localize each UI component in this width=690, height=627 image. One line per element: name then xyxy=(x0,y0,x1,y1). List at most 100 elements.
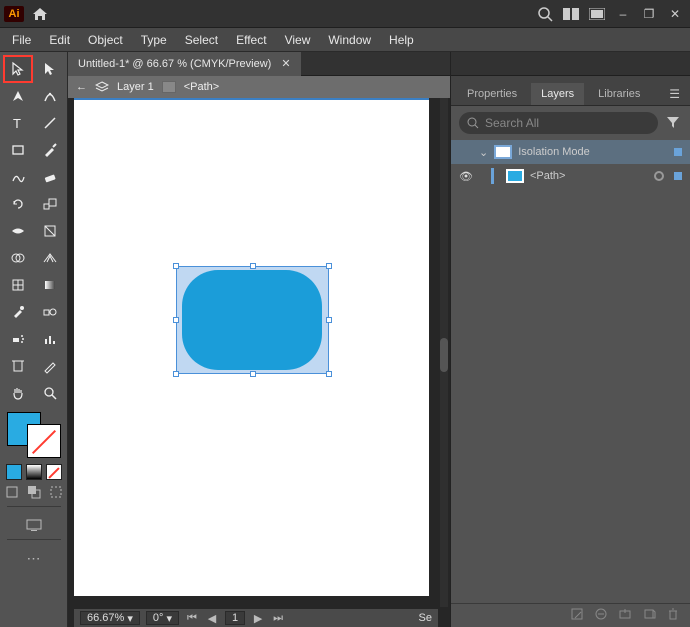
rounded-rectangle-shape[interactable] xyxy=(182,270,322,370)
home-icon[interactable] xyxy=(32,7,48,21)
direct-selection-tool[interactable] xyxy=(36,56,64,82)
menu-file[interactable]: File xyxy=(4,31,39,49)
symbol-sprayer-tool[interactable] xyxy=(4,326,32,352)
panel-menu-icon[interactable]: ☰ xyxy=(665,83,684,105)
curvature-tool[interactable] xyxy=(36,83,64,109)
pen-tool[interactable] xyxy=(4,83,32,109)
menu-view[interactable]: View xyxy=(277,31,319,49)
handle-top-mid[interactable] xyxy=(250,263,256,269)
zoom-level[interactable]: 66.67% ▾ xyxy=(80,611,140,625)
menu-type[interactable]: Type xyxy=(133,31,175,49)
artboard-index[interactable]: 1 xyxy=(225,611,245,625)
selection-tool[interactable] xyxy=(4,56,32,82)
tab-properties[interactable]: Properties xyxy=(457,83,527,105)
tab-libraries[interactable]: Libraries xyxy=(588,83,650,105)
close-tab-button[interactable]: ✕ xyxy=(281,57,290,70)
status-trailing: Se xyxy=(419,612,432,624)
layer-name-isolation[interactable]: Isolation Mode xyxy=(518,146,590,158)
menu-window[interactable]: Window xyxy=(320,31,379,49)
layer-row-path[interactable]: 👁 <Path> xyxy=(451,164,690,188)
handle-bottom-right[interactable] xyxy=(326,371,332,377)
breadcrumb-layer[interactable]: Layer 1 xyxy=(117,81,154,93)
menu-help[interactable]: Help xyxy=(381,31,422,49)
handle-right-mid[interactable] xyxy=(326,317,332,323)
delete-layer-icon[interactable] xyxy=(666,607,680,624)
handle-bottom-left[interactable] xyxy=(173,371,179,377)
exit-isolation-icon[interactable]: ← xyxy=(76,81,87,93)
layers-search[interactable]: Search All xyxy=(459,112,658,134)
draw-inside-icon[interactable] xyxy=(48,484,64,500)
free-transform-tool[interactable] xyxy=(36,218,64,244)
rotation-angle[interactable]: 0° ▾ xyxy=(146,611,179,625)
menu-object[interactable]: Object xyxy=(80,31,131,49)
width-tool[interactable] xyxy=(4,218,32,244)
nav-next-artboard[interactable]: ▶ xyxy=(251,611,265,625)
blend-tool[interactable] xyxy=(36,299,64,325)
nav-last-artboard[interactable]: ⏭ xyxy=(271,611,285,625)
chevron-down-icon[interactable]: ⌄ xyxy=(479,146,488,159)
scrollbar-thumb[interactable] xyxy=(440,338,448,372)
rectangle-tool[interactable] xyxy=(4,137,32,163)
slice-tool[interactable] xyxy=(36,353,64,379)
handle-bottom-mid[interactable] xyxy=(250,371,256,377)
visibility-icon[interactable]: 👁 xyxy=(459,170,473,183)
isolation-breadcrumb[interactable]: ← Layer 1 <Path> xyxy=(68,76,450,98)
nav-first-artboard[interactable]: ⏮ xyxy=(185,611,199,625)
line-segment-tool[interactable] xyxy=(36,110,64,136)
zoom-tool[interactable] xyxy=(36,380,64,406)
mesh-tool[interactable] xyxy=(4,272,32,298)
shaper-tool[interactable] xyxy=(4,164,32,190)
fill-stroke-swatches[interactable] xyxy=(5,412,63,462)
artboard[interactable] xyxy=(74,98,429,596)
perspective-grid-tool[interactable] xyxy=(36,245,64,271)
filter-icon[interactable] xyxy=(664,113,682,134)
paintbrush-tool[interactable] xyxy=(36,137,64,163)
new-layer-icon[interactable] xyxy=(642,607,656,624)
arrange-documents-icon[interactable] xyxy=(560,3,582,25)
artboard-tool[interactable] xyxy=(4,353,32,379)
column-graph-tool[interactable] xyxy=(36,326,64,352)
nav-prev-artboard[interactable]: ◀ xyxy=(205,611,219,625)
menu-select[interactable]: Select xyxy=(177,31,226,49)
scale-tool[interactable] xyxy=(36,191,64,217)
close-window-button[interactable]: ✕ xyxy=(664,3,686,25)
color-none[interactable] xyxy=(46,464,62,480)
menu-edit[interactable]: Edit xyxy=(41,31,78,49)
screen-mode-icon[interactable] xyxy=(26,517,42,533)
vertical-scrollbar[interactable] xyxy=(440,98,448,607)
eyedropper-tool[interactable] xyxy=(4,299,32,325)
shape-builder-tool[interactable] xyxy=(4,245,32,271)
new-sublayer-icon[interactable] xyxy=(618,607,632,624)
selection-bounding-box[interactable] xyxy=(176,266,329,374)
tab-layers[interactable]: Layers xyxy=(531,83,584,105)
canvas[interactable] xyxy=(74,98,438,607)
draw-behind-icon[interactable] xyxy=(26,484,42,500)
selection-indicator[interactable] xyxy=(674,172,682,180)
gradient-tool[interactable] xyxy=(36,272,64,298)
draw-normal-icon[interactable] xyxy=(4,484,20,500)
menu-effect[interactable]: Effect xyxy=(228,31,274,49)
workspace-switcher-icon[interactable] xyxy=(586,3,608,25)
color-gradient[interactable] xyxy=(26,464,42,480)
rotate-tool[interactable] xyxy=(4,191,32,217)
hand-tool[interactable] xyxy=(4,380,32,406)
edit-toolbar-icon[interactable]: ⋯ xyxy=(26,550,42,566)
restore-button[interactable]: ❐ xyxy=(638,3,660,25)
breadcrumb-path[interactable]: <Path> xyxy=(184,81,219,93)
locate-object-icon[interactable] xyxy=(570,607,584,624)
document-tab[interactable]: Untitled-1* @ 66.67 % (CMYK/Preview) ✕ xyxy=(68,52,301,76)
layer-name-path[interactable]: <Path> xyxy=(530,170,565,182)
search-icon[interactable] xyxy=(534,3,556,25)
color-solid[interactable] xyxy=(6,464,22,480)
layer-row-isolation[interactable]: ⌄ Isolation Mode xyxy=(451,140,690,164)
handle-top-left[interactable] xyxy=(173,263,179,269)
type-tool[interactable]: T xyxy=(4,110,32,136)
handle-left-mid[interactable] xyxy=(173,317,179,323)
target-icon[interactable] xyxy=(654,171,664,181)
selection-indicator[interactable] xyxy=(674,148,682,156)
stroke-swatch[interactable] xyxy=(27,424,61,458)
make-clipping-mask-icon[interactable] xyxy=(594,607,608,624)
eraser-tool[interactable] xyxy=(36,164,64,190)
handle-top-right[interactable] xyxy=(326,263,332,269)
minimize-button[interactable]: – xyxy=(612,3,634,25)
